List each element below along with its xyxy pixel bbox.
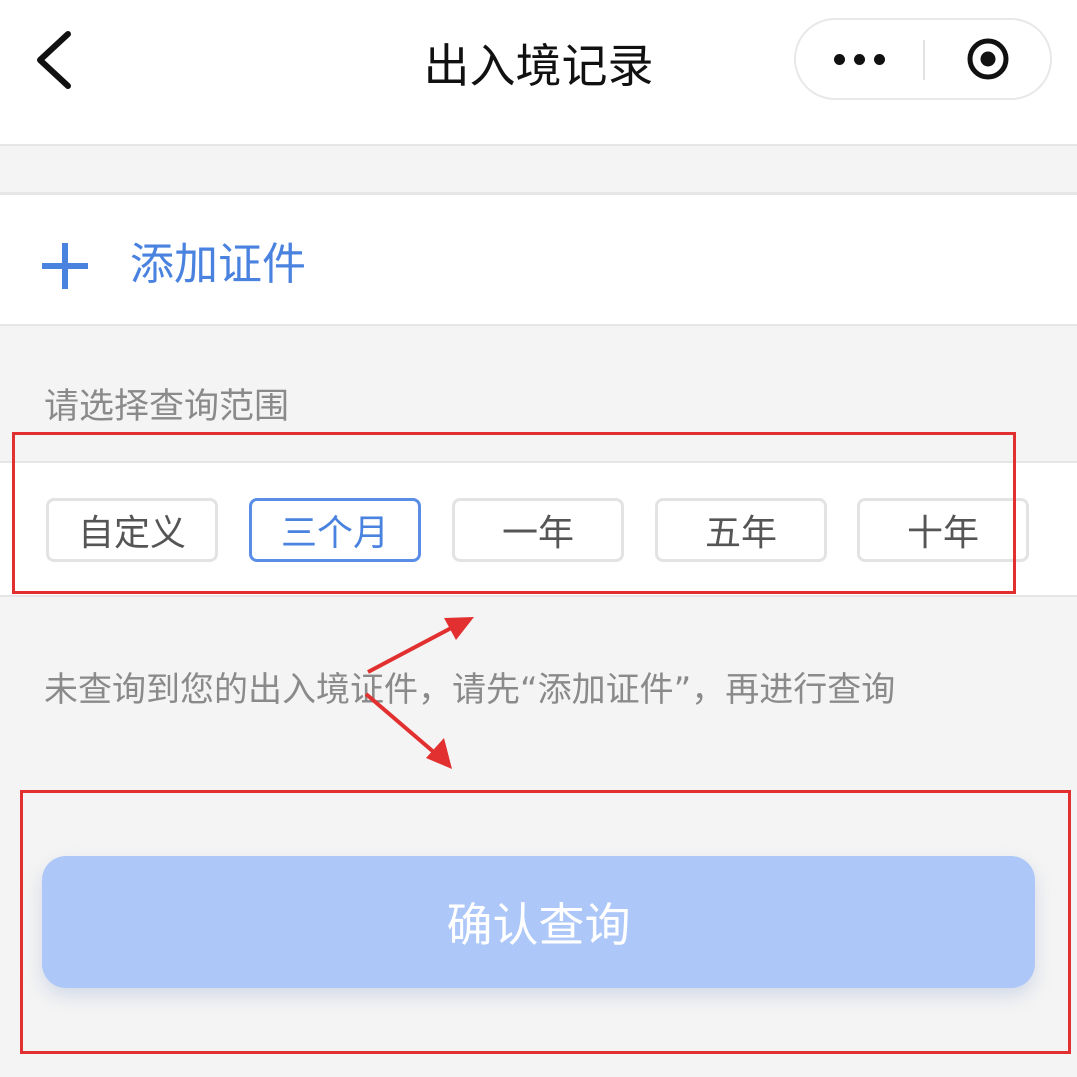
plus-icon: [42, 243, 88, 289]
confirm-query-button[interactable]: 确认查询: [42, 856, 1035, 988]
add-document-label: 添加证件: [130, 239, 306, 290]
top-spacer: [0, 146, 1077, 190]
range-option-five-years[interactable]: 五年: [655, 498, 827, 562]
target-circle-icon: [967, 38, 1009, 80]
annotation-arrow-up: [367, 617, 474, 674]
capsule-divider: [923, 40, 925, 80]
range-options-panel: 自定义 三个月 一年 五年 十年: [0, 461, 1077, 597]
more-button[interactable]: [796, 20, 923, 98]
add-document-button[interactable]: 添加证件: [0, 192, 1077, 326]
close-mini-program-button[interactable]: [966, 37, 1010, 81]
no-document-hint: 未查询到您的出入境证件，请先“添加证件”，再进行查询: [44, 670, 896, 710]
mini-program-capsule: [794, 18, 1052, 100]
range-option-ten-years[interactable]: 十年: [857, 498, 1029, 562]
more-dots-icon: [874, 53, 885, 65]
more-dots-icon: [834, 53, 845, 65]
range-option-one-year[interactable]: 一年: [452, 498, 624, 562]
range-option-three-months[interactable]: 三个月: [249, 498, 421, 562]
nav-bar: 出入境记录: [0, 0, 1077, 146]
more-dots-icon: [854, 53, 865, 65]
range-section-label: 请选择查询范围: [44, 387, 290, 427]
range-option-custom[interactable]: 自定义: [46, 498, 218, 562]
